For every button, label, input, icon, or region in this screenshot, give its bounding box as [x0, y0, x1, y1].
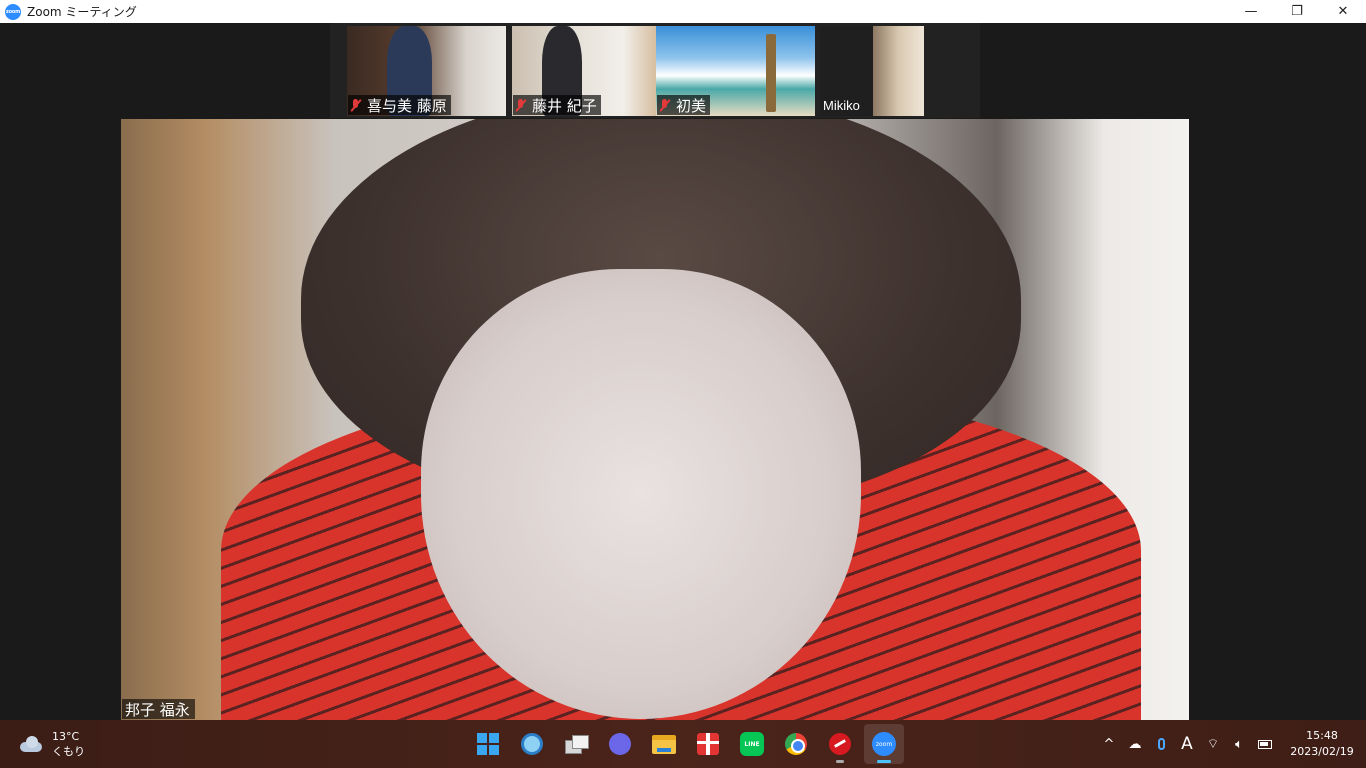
chrome-app-button[interactable] — [776, 724, 816, 764]
active-speaker-video[interactable]: 邦子 福永 — [121, 119, 1189, 720]
task-view-icon — [565, 735, 589, 754]
zoom-icon: zoom — [872, 732, 896, 756]
gift-app-button[interactable] — [688, 724, 728, 764]
chevron-up-icon[interactable]: ^ — [1097, 732, 1121, 756]
chat-icon — [609, 733, 631, 755]
windows-start-icon — [477, 733, 499, 755]
title-bar: zoom Zoom ミーティング — ❐ ✕ — [0, 0, 1366, 23]
battery-icon[interactable] — [1253, 732, 1277, 756]
participant-thumbnail[interactable]: 藤井 紀子 — [512, 26, 671, 116]
speaker-name: 邦子 福永 — [125, 700, 190, 719]
participant-name: 喜与美 藤原 — [367, 96, 447, 115]
microphone-icon[interactable] — [1149, 732, 1173, 756]
muted-mic-icon — [659, 98, 671, 112]
participant-thumbnail[interactable]: Mikiko — [820, 26, 924, 116]
ime-indicator[interactable]: A — [1175, 732, 1199, 756]
participant-video-partial — [873, 26, 924, 116]
meeting-area: 喜与美 藤原 藤井 紀子 初美 Mikiko 邦子 福永 — [0, 23, 1366, 720]
running-indicator — [836, 760, 844, 763]
chrome-icon — [785, 733, 807, 755]
participant-name-tag: 喜与美 藤原 — [348, 95, 451, 115]
muted-mic-icon — [515, 98, 527, 112]
cloud-icon — [18, 736, 44, 752]
close-button[interactable]: ✕ — [1320, 0, 1366, 23]
wifi-icon[interactable]: ⌔ — [1201, 732, 1225, 756]
folder-icon — [652, 734, 676, 754]
weather-condition: くもり — [52, 745, 85, 758]
participant-name-tag: 藤井 紀子 — [513, 95, 601, 115]
gift-icon — [697, 733, 719, 755]
search-button[interactable] — [512, 724, 552, 764]
line-icon: LINE — [740, 732, 764, 756]
task-view-button[interactable] — [556, 724, 596, 764]
clock-date: 2023/02/19 — [1290, 745, 1354, 758]
zoom-app-button[interactable]: zoom — [864, 724, 904, 764]
trend-micro-app-button[interactable] — [820, 724, 860, 764]
participant-name: Mikiko — [823, 97, 860, 113]
weather-text: 13°C くもり — [52, 729, 85, 759]
line-app-button[interactable]: LINE — [732, 724, 772, 764]
weather-widget[interactable]: 13°C くもり — [18, 729, 85, 759]
restore-button[interactable]: ❐ — [1274, 0, 1320, 23]
weather-temp: 13°C — [52, 730, 80, 743]
system-tray: ^ ☁ A ⌔ 🔈︎ 15:48 2023/02/19 — [1096, 720, 1366, 768]
participant-name-tag: Mikiko — [821, 95, 864, 115]
trend-micro-icon — [829, 733, 851, 755]
taskbar-apps: LINE zoom — [468, 724, 908, 764]
window-title: Zoom ミーティング — [27, 5, 137, 19]
minimize-button[interactable]: — — [1228, 0, 1274, 23]
participant-name: 藤井 紀子 — [532, 96, 597, 115]
gallery-strip: 喜与美 藤原 藤井 紀子 初美 Mikiko — [330, 23, 980, 118]
volume-icon[interactable]: 🔈︎ — [1227, 732, 1251, 756]
search-icon — [521, 733, 543, 755]
participant-thumbnail[interactable]: 喜与美 藤原 — [347, 26, 506, 116]
file-explorer-button[interactable] — [644, 724, 684, 764]
app-icon-text: zoom — [5, 8, 21, 15]
palm-tree-figure — [766, 34, 776, 112]
clock-time: 15:48 — [1306, 729, 1338, 742]
muted-mic-icon — [350, 98, 362, 112]
participant-name: 初美 — [676, 96, 707, 115]
participant-thumbnail[interactable]: 初美 — [656, 26, 815, 116]
chat-button[interactable] — [600, 724, 640, 764]
clock[interactable]: 15:48 2023/02/19 — [1282, 728, 1362, 760]
participant-name-tag: 初美 — [657, 95, 711, 115]
zoom-app-icon: zoom — [5, 3, 21, 20]
speaker-name-tag: 邦子 福永 — [122, 699, 195, 719]
speaker-face — [421, 269, 861, 719]
active-indicator — [877, 760, 891, 763]
window-controls: — ❐ ✕ — [1228, 0, 1366, 23]
start-button[interactable] — [468, 724, 508, 764]
onedrive-icon[interactable]: ☁ — [1123, 732, 1147, 756]
taskbar: 13°C くもり LINE zoom ^ ☁ A ⌔ 🔈︎ 15:48 2023… — [0, 720, 1366, 768]
